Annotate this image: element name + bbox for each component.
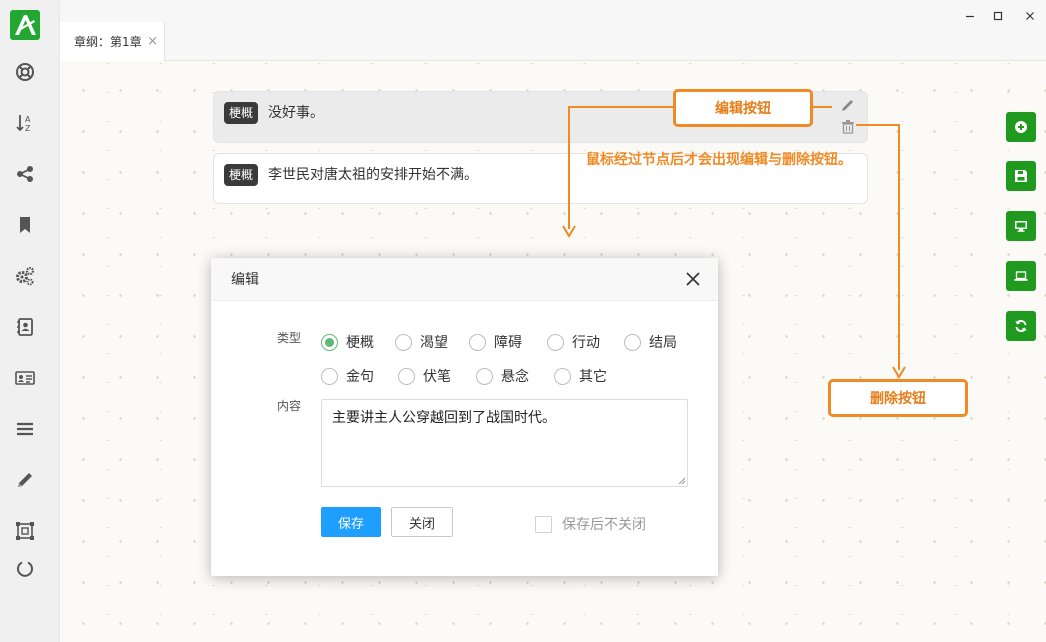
radio-circle bbox=[321, 367, 338, 385]
sort-az-icon[interactable]: AZ bbox=[13, 111, 37, 135]
help-ring-icon[interactable] bbox=[13, 60, 37, 84]
minimize-icon[interactable] bbox=[962, 8, 978, 24]
save-button[interactable] bbox=[1006, 161, 1036, 191]
node-text: 李世民对唐太祖的安排开始不满。 bbox=[268, 167, 479, 183]
radio-circle bbox=[398, 367, 415, 385]
radio-label: 梗概 bbox=[346, 335, 374, 351]
laptop-button[interactable] bbox=[1006, 261, 1036, 291]
monitor-icon bbox=[1015, 221, 1027, 232]
title-bar: 章纲：第1章 × bbox=[60, 0, 1046, 61]
tab-close-icon[interactable]: × bbox=[147, 34, 158, 49]
radio-label: 行动 bbox=[572, 335, 600, 351]
sidebar: AZ bbox=[0, 0, 60, 642]
maximize-icon[interactable] bbox=[990, 8, 1006, 24]
bookmark-icon[interactable] bbox=[13, 213, 37, 237]
tab-label: 章纲：第1章 bbox=[74, 35, 142, 49]
radio-type-action[interactable]: 行动 bbox=[547, 332, 600, 352]
dialog-close-button[interactable]: 关闭 bbox=[391, 507, 453, 537]
dialog-save-button[interactable]: 保存 bbox=[321, 507, 381, 537]
radio-circle bbox=[395, 333, 412, 351]
dialog-close-icon[interactable] bbox=[684, 270, 702, 288]
radio-label: 金句 bbox=[346, 369, 374, 385]
type-label: 类型 bbox=[277, 331, 302, 345]
radio-type-ending[interactable]: 结局 bbox=[624, 332, 677, 352]
radio-label: 障碍 bbox=[494, 335, 522, 351]
keep-open-label: 保存后不关闭 bbox=[562, 517, 646, 533]
tab-chapter-outline[interactable]: 章纲：第1章 × bbox=[60, 22, 165, 61]
pencil-icon[interactable] bbox=[13, 468, 37, 492]
monitor-button[interactable] bbox=[1006, 211, 1036, 241]
gears-icon[interactable] bbox=[13, 264, 37, 288]
radio-type-obstacle[interactable]: 障碍 bbox=[469, 332, 522, 352]
radio-label: 结局 bbox=[649, 335, 677, 351]
contact-book-icon[interactable] bbox=[13, 315, 37, 339]
radio-type-foreshadow[interactable]: 伏笔 bbox=[398, 366, 451, 386]
delete-button-callout: 删除按钮 bbox=[828, 379, 968, 417]
radio-label: 悬念 bbox=[501, 369, 529, 385]
list-icon[interactable] bbox=[13, 417, 37, 441]
dialog-title: 编辑 bbox=[231, 272, 259, 288]
edit-button-callout: 编辑按钮 bbox=[673, 89, 813, 127]
radio-circle bbox=[624, 333, 641, 351]
frame-select-icon[interactable] bbox=[13, 519, 37, 543]
radio-label: 其它 bbox=[579, 369, 607, 385]
radio-label: 伏笔 bbox=[423, 369, 451, 385]
radio-type-synopsis[interactable]: 梗概 bbox=[321, 332, 374, 352]
dialog-header: 编辑 bbox=[211, 258, 718, 301]
hover-note: 鼠标经过节点后才会出现编辑与删除按钮。 bbox=[586, 152, 852, 168]
power-icon[interactable] bbox=[13, 556, 37, 580]
share-icon[interactable] bbox=[13, 162, 37, 186]
content-textarea[interactable]: 主要讲主人公穿越回到了战国时代。 bbox=[321, 399, 688, 487]
node-type-badge: 梗概 bbox=[224, 164, 259, 186]
keep-open-checkbox[interactable]: 保存后不关闭 bbox=[535, 514, 646, 534]
node-delete-icon[interactable] bbox=[842, 120, 854, 134]
edit-dialog: 编辑 类型 梗概 渴望 障碍 行动 结局 金句 伏笔 悬念 其它 内容 主要讲主… bbox=[211, 258, 718, 576]
svg-text:Z: Z bbox=[25, 124, 31, 133]
save-icon bbox=[1015, 170, 1027, 182]
edit-callout-text: 编辑按钮 bbox=[715, 101, 771, 117]
node-edit-icon[interactable] bbox=[841, 98, 855, 112]
radio-type-other[interactable]: 其它 bbox=[554, 366, 607, 386]
checkbox-box bbox=[535, 515, 552, 533]
content-label: 内容 bbox=[277, 399, 302, 413]
resize-grip-icon[interactable] bbox=[678, 477, 686, 485]
radio-circle bbox=[547, 333, 564, 351]
radio-circle bbox=[476, 367, 493, 385]
svg-text:A: A bbox=[25, 115, 31, 124]
radio-type-suspense[interactable]: 悬念 bbox=[476, 366, 529, 386]
refresh-icon bbox=[1015, 319, 1027, 333]
radio-type-quote[interactable]: 金句 bbox=[321, 366, 374, 386]
add-circle-icon bbox=[1015, 121, 1027, 133]
window-close-icon[interactable] bbox=[1022, 8, 1038, 24]
add-node-button[interactable] bbox=[1006, 112, 1036, 142]
node-text: 没好事。 bbox=[268, 105, 325, 121]
id-card-icon[interactable] bbox=[13, 366, 37, 390]
laptop-icon bbox=[1014, 271, 1028, 281]
refresh-button[interactable] bbox=[1006, 311, 1036, 341]
node-type-badge: 梗概 bbox=[224, 102, 259, 124]
radio-circle bbox=[554, 367, 571, 385]
delete-callout-text: 删除按钮 bbox=[870, 391, 926, 407]
radio-circle bbox=[469, 333, 486, 351]
app-logo bbox=[10, 10, 40, 40]
radio-type-desire[interactable]: 渴望 bbox=[395, 332, 448, 352]
radio-label: 渴望 bbox=[420, 335, 448, 351]
radio-circle bbox=[321, 333, 338, 351]
content-text: 主要讲主人公穿越回到了战国时代。 bbox=[332, 410, 556, 426]
